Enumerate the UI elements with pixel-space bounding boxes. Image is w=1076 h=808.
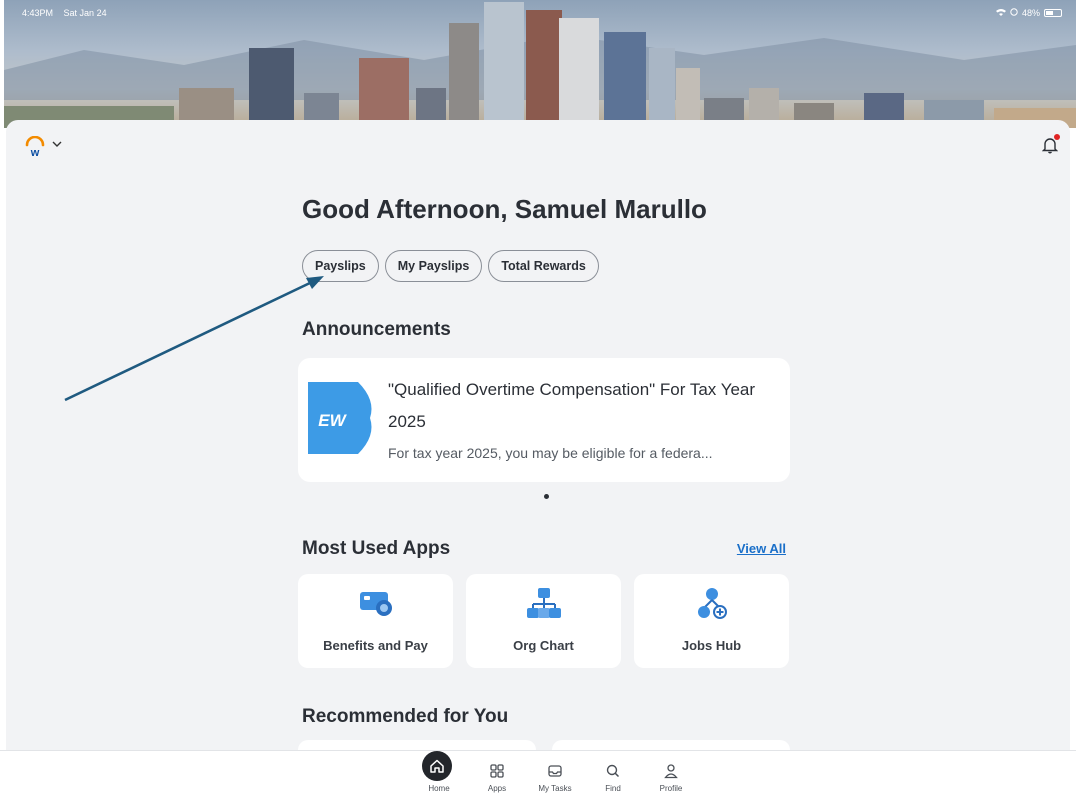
new-badge-icon: EW <box>308 382 372 454</box>
inbox-icon <box>548 765 562 777</box>
status-bar: 4:43PM Sat Jan 24 48% <box>12 8 1072 22</box>
tab-label: My Tasks <box>538 784 572 793</box>
app-label: Benefits and Pay <box>323 638 428 653</box>
benefits-pay-icon <box>360 592 392 616</box>
recommended-heading: Recommended for You <box>302 706 509 727</box>
chip-payslips[interactable]: Payslips <box>302 250 379 282</box>
bottom-tab-bar: Home Apps My Tasks Find Profile <box>0 750 1076 808</box>
battery-percent: 48% <box>1021 8 1040 18</box>
tab-apps[interactable]: Apps <box>468 751 526 801</box>
app-org-chart[interactable]: Org Chart <box>466 574 621 668</box>
view-all-link[interactable]: View All <box>737 541 786 556</box>
tab-home[interactable]: Home <box>410 751 468 801</box>
announcement-card[interactable]: EW "Qualified Overtime Compensation" For… <box>298 358 790 482</box>
app-label: Jobs Hub <box>681 638 742 653</box>
chevron-down-icon[interactable] <box>52 140 62 148</box>
chip-total-rewards[interactable]: Total Rewards <box>488 250 599 282</box>
app-label: Org Chart <box>513 638 574 653</box>
org-chart-icon <box>527 588 561 618</box>
workday-logo-icon[interactable]: w <box>24 136 46 158</box>
quick-actions: Payslips My Payslips Total Rewards <box>302 250 599 282</box>
announcements-heading: Announcements <box>302 319 451 340</box>
tab-label: Home <box>428 784 450 793</box>
badge-text: EW <box>318 411 347 430</box>
status-date: Sat Jan 24 <box>63 8 107 18</box>
notification-dot <box>1054 134 1060 140</box>
most-used-apps-heading: Most Used Apps <box>302 538 451 559</box>
tab-label: Find <box>605 784 621 793</box>
alarm-icon <box>1010 8 1018 18</box>
apps-row: Benefits and Pay Org Chart Jobs Hub <box>298 574 789 668</box>
announcement-body: For tax year 2025, you may be eligible f… <box>388 445 713 461</box>
home-icon <box>430 759 444 773</box>
tab-profile[interactable]: Profile <box>642 751 700 801</box>
app-benefits-and-pay[interactable]: Benefits and Pay <box>298 574 453 668</box>
tab-my-tasks[interactable]: My Tasks <box>526 751 584 801</box>
tab-find[interactable]: Find <box>584 751 642 801</box>
greeting-heading: Good Afternoon, Samuel Marullo <box>302 194 707 224</box>
announcement-title: "Qualified Overtime Compensation" For Ta… <box>388 380 756 431</box>
apps-grid-icon <box>490 764 504 778</box>
wifi-icon <box>995 8 1006 18</box>
jobs-hub-icon <box>698 588 727 619</box>
app-jobs-hub[interactable]: Jobs Hub <box>634 574 789 668</box>
profile-icon <box>664 764 678 779</box>
header-skyline-image: 4:43PM Sat Jan 24 48% <box>4 0 1076 128</box>
home-sheet: w Good Afternoon, Samuel Marullo Payslip… <box>6 120 1070 760</box>
tab-label: Profile <box>659 784 683 793</box>
status-time: 4:43PM <box>22 8 54 18</box>
carousel-page-indicator <box>544 494 549 499</box>
chip-my-payslips[interactable]: My Payslips <box>384 250 483 282</box>
battery-icon <box>1044 9 1062 17</box>
tab-label: Apps <box>487 784 507 793</box>
svg-text:w: w <box>30 147 40 158</box>
search-icon <box>606 764 620 778</box>
